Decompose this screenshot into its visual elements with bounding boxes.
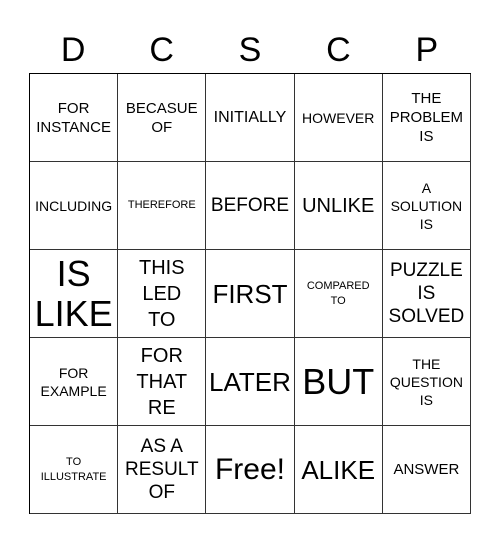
free-space-text: Free! (214, 452, 285, 486)
bingo-cell[interactable]: HOWEVER (294, 74, 383, 162)
bingo-cell[interactable]: FOR EXAMPLE (30, 338, 119, 426)
cell-text: ALIKE (301, 454, 376, 485)
bingo-cell[interactable]: THEREFORE (118, 162, 207, 250)
cell-text: TO ILLUSTRATE (40, 455, 107, 483)
bingo-cell[interactable]: FIRST (206, 250, 295, 338)
bingo-cell[interactable]: INITIALLY (206, 74, 295, 162)
bingo-cell[interactable]: A SOLUTION IS (382, 162, 471, 250)
free-space-cell[interactable]: Free! (206, 426, 295, 514)
cell-text: THIS LED TO (139, 256, 185, 331)
bingo-cell[interactable]: BUT (294, 338, 383, 426)
cell-text: THE PROBLEM IS (389, 90, 464, 145)
cell-text: FOR EXAMPLE (40, 364, 107, 399)
bingo-cell[interactable]: BECASUE OF (118, 74, 207, 162)
bingo-cell[interactable]: AS A RESULT OF (118, 426, 207, 514)
cell-text: BUT (302, 360, 375, 402)
bingo-cell[interactable]: FOR THAT RE (118, 338, 207, 426)
cell-text: LATER (209, 366, 291, 397)
header-letter: C (149, 31, 174, 69)
cell-text: AS A RESULT OF (125, 436, 199, 503)
cell-text: ANSWER (393, 461, 460, 478)
cell-text: UNLIKE (302, 194, 375, 217)
cell-text: INITIALLY (213, 108, 287, 126)
cell-text: A SOLUTION IS (390, 179, 463, 232)
header-letter: D (60, 31, 86, 69)
bingo-cell[interactable]: ANSWER (382, 426, 471, 514)
header-letter: C (326, 31, 351, 69)
cell-text: FOR THAT RE (136, 344, 188, 419)
cell-text: FOR INSTANCE (36, 99, 111, 136)
bingo-cell[interactable]: COMPARED TO (294, 250, 383, 338)
cell-text: IS LIKE (34, 252, 113, 334)
bingo-cell[interactable]: TO ILLUSTRATE (30, 426, 119, 514)
bingo-cell[interactable]: PUZZLE IS SOLVED (382, 250, 471, 338)
bingo-grid: FOR INSTANCE BECASUE OF INITIALLY HOWEVE… (29, 73, 471, 514)
bingo-cell[interactable]: INCLUDING (30, 162, 119, 250)
bingo-cell[interactable]: UNLIKE (294, 162, 383, 250)
bingo-cell[interactable]: FOR INSTANCE (30, 74, 119, 162)
cell-text: THEREFORE (127, 199, 196, 211)
cell-text: HOWEVER (302, 109, 375, 126)
bingo-cell[interactable]: THIS LED TO (118, 250, 207, 338)
cell-text: BEFORE (210, 195, 290, 216)
cell-text: THE QUESTION IS (389, 355, 463, 408)
bingo-cell[interactable]: THE PROBLEM IS (382, 74, 471, 162)
cell-text: INCLUDING (35, 197, 113, 214)
cell-text: PUZZLE IS SOLVED (388, 260, 465, 327)
header-letter: S (238, 31, 262, 69)
bingo-cell[interactable]: THE QUESTION IS (382, 338, 471, 426)
bingo-cell[interactable]: BEFORE (206, 162, 295, 250)
header-letter: P (415, 31, 439, 69)
cell-text: FIRST (212, 278, 288, 309)
cell-text: BECASUE OF (125, 99, 198, 136)
bingo-cell[interactable]: IS LIKE (30, 250, 119, 338)
bingo-cell[interactable]: ALIKE (294, 426, 383, 514)
bingo-cell[interactable]: LATER (206, 338, 295, 426)
cell-text: COMPARED TO (306, 279, 370, 307)
bingo-header: D C S C P (29, 28, 471, 72)
